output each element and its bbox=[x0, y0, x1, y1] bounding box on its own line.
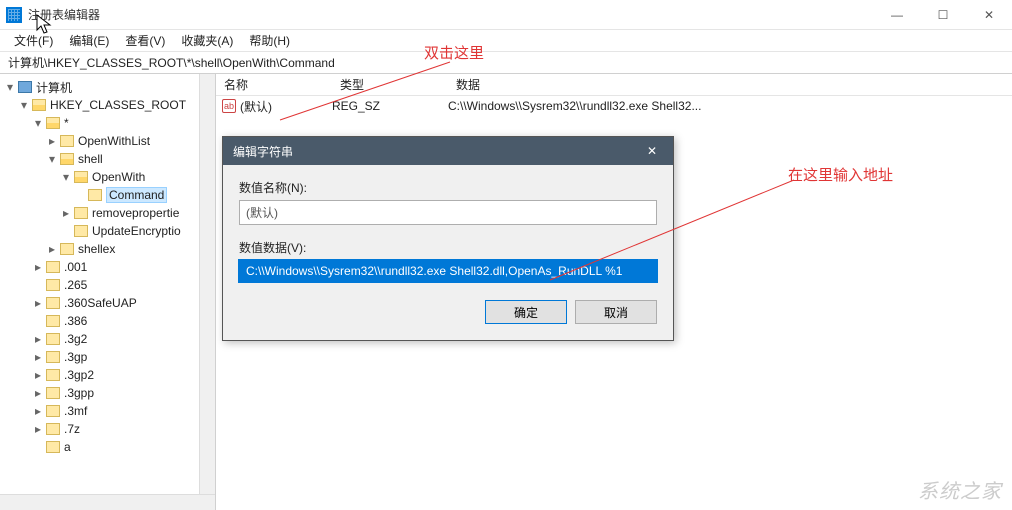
tree-removeprop[interactable]: removepropertie bbox=[92, 206, 179, 220]
tree-386[interactable]: .386 bbox=[64, 314, 87, 328]
tree-3mf[interactable]: .3mf bbox=[64, 404, 87, 418]
menu-favorites[interactable]: 收藏夹(A) bbox=[175, 30, 239, 51]
close-button[interactable]: ✕ bbox=[966, 0, 1012, 30]
folder-icon bbox=[46, 369, 60, 381]
col-type[interactable]: 类型 bbox=[332, 76, 448, 93]
folder-icon bbox=[60, 153, 74, 165]
tree-hscroll[interactable] bbox=[0, 494, 215, 510]
maximize-button[interactable]: ☐ bbox=[920, 0, 966, 30]
toggle-icon[interactable]: ▸ bbox=[46, 242, 58, 256]
tree-360[interactable]: .360SafeUAP bbox=[64, 296, 137, 310]
folder-icon bbox=[46, 297, 60, 309]
folder-icon bbox=[46, 441, 60, 453]
tree-7z[interactable]: .7z bbox=[64, 422, 80, 436]
value-name-field[interactable]: (默认) bbox=[239, 200, 657, 225]
dialog-title-text: 编辑字符串 bbox=[233, 143, 293, 160]
menu-edit[interactable]: 编辑(E) bbox=[63, 30, 115, 51]
tree-265[interactable]: .265 bbox=[64, 278, 87, 292]
toggle-icon[interactable]: ▸ bbox=[32, 368, 44, 382]
folder-icon bbox=[74, 171, 88, 183]
tree-command[interactable]: Command bbox=[106, 187, 167, 203]
tree-vscroll[interactable] bbox=[199, 74, 215, 494]
toggle-icon[interactable]: ▸ bbox=[32, 260, 44, 274]
menu-file[interactable]: 文件(F) bbox=[8, 30, 59, 51]
toggle-icon[interactable]: ▾ bbox=[60, 170, 72, 184]
registry-tree[interactable]: ▾ 计算机 ▾ HKEY_CLASSES_ROOT ▾ * ▸ OpenWithList… bbox=[0, 74, 216, 510]
col-data[interactable]: 数据 bbox=[448, 76, 1012, 93]
minimize-button[interactable]: — bbox=[874, 0, 920, 30]
col-name[interactable]: 名称 bbox=[216, 76, 332, 93]
folder-icon bbox=[60, 243, 74, 255]
dialog-close-button[interactable]: ✕ bbox=[631, 137, 673, 165]
ok-button[interactable]: 确定 bbox=[485, 300, 567, 324]
folder-icon bbox=[46, 333, 60, 345]
folder-icon bbox=[88, 189, 102, 201]
tree-updateenc[interactable]: UpdateEncryptio bbox=[92, 224, 181, 238]
menu-view[interactable]: 查看(V) bbox=[119, 30, 171, 51]
string-icon: ab bbox=[222, 99, 236, 113]
toggle-icon[interactable]: ▾ bbox=[4, 80, 16, 94]
folder-icon bbox=[74, 225, 88, 237]
value-type: REG_SZ bbox=[332, 99, 448, 113]
folder-icon bbox=[46, 351, 60, 363]
tree-3gp2[interactable]: .3gp2 bbox=[64, 368, 94, 382]
folder-icon bbox=[46, 405, 60, 417]
tree-shell[interactable]: shell bbox=[78, 152, 103, 166]
app-icon bbox=[6, 7, 22, 23]
toggle-icon[interactable]: ▸ bbox=[32, 350, 44, 364]
computer-icon bbox=[18, 81, 32, 93]
value-row[interactable]: ab (默认) REG_SZ C:\\Windows\\Sysrem32\\ru… bbox=[216, 96, 1012, 116]
tree-3gpp[interactable]: .3gpp bbox=[64, 386, 94, 400]
folder-icon bbox=[32, 99, 46, 111]
folder-icon bbox=[46, 315, 60, 327]
tree-001[interactable]: .001 bbox=[64, 260, 87, 274]
cancel-button[interactable]: 取消 bbox=[575, 300, 657, 324]
toggle-icon[interactable]: ▾ bbox=[46, 152, 58, 166]
address-bar[interactable]: 计算机\HKEY_CLASSES_ROOT\*\shell\OpenWith\C… bbox=[0, 52, 1012, 74]
tree-root[interactable]: 计算机 bbox=[36, 79, 72, 96]
edit-string-dialog: 编辑字符串 ✕ 数值名称(N): (默认) 数值数据(V): 确定 取消 bbox=[222, 136, 674, 341]
dialog-title: 编辑字符串 ✕ bbox=[223, 137, 673, 165]
toggle-icon[interactable]: ▸ bbox=[32, 332, 44, 346]
folder-icon bbox=[46, 279, 60, 291]
tree-shellex[interactable]: shellex bbox=[78, 242, 115, 256]
tree-openwithlist[interactable]: OpenWithList bbox=[78, 134, 150, 148]
folder-icon bbox=[46, 261, 60, 273]
folder-icon bbox=[46, 387, 60, 399]
toggle-icon[interactable]: ▾ bbox=[32, 116, 44, 130]
folder-icon bbox=[60, 135, 74, 147]
folder-icon bbox=[74, 207, 88, 219]
tree-hkcr[interactable]: HKEY_CLASSES_ROOT bbox=[50, 98, 186, 112]
value-data-input[interactable] bbox=[239, 260, 657, 282]
tree-star[interactable]: * bbox=[64, 116, 69, 130]
value-name-label: 数值名称(N): bbox=[239, 179, 657, 196]
toggle-icon[interactable]: ▸ bbox=[32, 404, 44, 418]
toggle-icon[interactable]: ▸ bbox=[32, 386, 44, 400]
menubar: 文件(F) 编辑(E) 查看(V) 收藏夹(A) 帮助(H) bbox=[0, 30, 1012, 52]
toggle-icon[interactable]: ▸ bbox=[32, 422, 44, 436]
folder-icon bbox=[46, 117, 60, 129]
window-title: 注册表编辑器 bbox=[28, 6, 100, 23]
menu-help[interactable]: 帮助(H) bbox=[243, 30, 296, 51]
tree-3gp[interactable]: .3gp bbox=[64, 350, 87, 364]
value-name: (默认) bbox=[240, 98, 332, 115]
toggle-icon[interactable]: ▸ bbox=[60, 206, 72, 220]
toggle-icon[interactable]: ▸ bbox=[46, 134, 58, 148]
tree-3g2[interactable]: .3g2 bbox=[64, 332, 87, 346]
tree-a[interactable]: a bbox=[64, 440, 71, 454]
titlebar: 注册表编辑器 — ☐ ✕ bbox=[0, 0, 1012, 30]
toggle-icon[interactable]: ▸ bbox=[32, 296, 44, 310]
toggle-icon[interactable]: ▾ bbox=[18, 98, 30, 112]
tree-openwith[interactable]: OpenWith bbox=[92, 170, 145, 184]
folder-icon bbox=[46, 423, 60, 435]
value-data-label: 数值数据(V): bbox=[239, 239, 657, 256]
value-data: C:\\Windows\\Sysrem32\\rundll32.exe Shel… bbox=[448, 99, 1012, 113]
